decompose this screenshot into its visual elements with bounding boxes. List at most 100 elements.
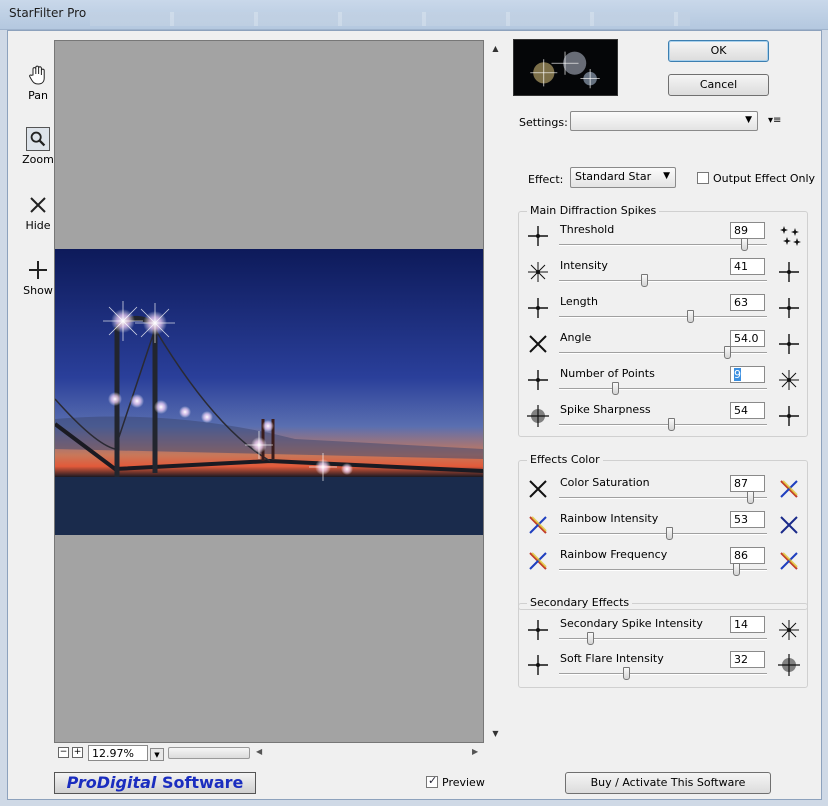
slider-value-text: 41 <box>734 260 748 273</box>
cancel-button[interactable]: Cancel <box>668 74 769 96</box>
star-preview-min-icon <box>528 655 548 675</box>
scroll-right-arrow-icon[interactable]: ▶ <box>472 747 478 756</box>
slider-value-field[interactable]: 53 <box>730 511 765 528</box>
x-icon <box>30 197 46 213</box>
slider-thumb[interactable] <box>747 491 755 504</box>
preview-canvas[interactable] <box>54 40 484 743</box>
star-preview-min-icon <box>529 480 547 498</box>
preview-checkbox-box[interactable] <box>426 774 438 788</box>
settings-dropdown[interactable]: ▼ <box>570 111 758 131</box>
ok-button[interactable]: OK <box>668 40 769 62</box>
zoom-level-field[interactable]: 12.97% <box>88 745 148 761</box>
slider-value-field[interactable]: 9 <box>730 366 765 383</box>
effect-value: Standard Star <box>575 170 652 183</box>
preview-vertical-scrollbar[interactable]: ▲ ▼ <box>487 40 504 743</box>
slider-track[interactable] <box>559 424 767 426</box>
slider-track[interactable] <box>559 244 767 246</box>
slider-value-text: 53 <box>734 513 748 526</box>
slider-thumb[interactable] <box>732 563 740 576</box>
preview-checkbox-label: Preview <box>442 776 485 789</box>
preview-horizontal-scroll-thumb[interactable] <box>168 747 250 759</box>
slider-value-field[interactable]: 63 <box>730 294 765 311</box>
slider-label: Threshold <box>560 223 615 236</box>
plus-icon <box>29 261 47 279</box>
star-preview-max-icon <box>780 226 801 246</box>
logo-text-pro: Pro <box>66 773 97 792</box>
effect-dropdown[interactable]: Standard Star ▼ <box>570 167 676 188</box>
dialog-body: Pan Zoom Hide Show ▲ ▼ − + 12.97% ▼ ◀ ▶ … <box>7 30 822 800</box>
slider-track[interactable] <box>559 280 767 282</box>
slider-value-text: 32 <box>734 653 748 666</box>
slider-row-soft-flare-intensity: Soft Flare Intensity 32 <box>519 649 807 685</box>
slider-row-color-saturation: Color Saturation 87 <box>519 473 807 509</box>
slider-value-field[interactable]: 41 <box>730 258 765 275</box>
star-preview-min-icon <box>529 516 547 534</box>
settings-label: Settings: <box>519 116 568 129</box>
slider-row-rainbow-intensity: Rainbow Intensity 53 <box>519 509 807 545</box>
slider-track[interactable] <box>559 388 767 390</box>
slider-thumb[interactable] <box>741 238 749 251</box>
main-diffraction-spikes-group: Main Diffraction Spikes Threshold 89 Inten… <box>518 204 808 437</box>
slider-row-spike-sharpness: Spike Sharpness 54 <box>519 400 807 436</box>
slider-row-angle: Angle 54.0 <box>519 328 807 364</box>
slider-value-field[interactable]: 54.0 <box>730 330 765 347</box>
zoom-in-button[interactable]: + <box>72 747 83 758</box>
slider-label: Number of Points <box>560 367 655 380</box>
slider-value-field[interactable]: 87 <box>730 475 765 492</box>
slider-value-field[interactable]: 54 <box>730 402 765 419</box>
slider-value-text: 14 <box>734 618 748 631</box>
star-preview-min-icon <box>528 370 548 390</box>
slider-thumb[interactable] <box>687 310 695 323</box>
window-title: StarFilter Pro <box>9 6 87 20</box>
output-effect-only-checkbox[interactable]: Output Effect Only <box>697 172 815 185</box>
slider-thumb[interactable] <box>622 667 630 680</box>
scroll-down-arrow-icon[interactable]: ▼ <box>487 727 504 741</box>
slider-row-length: Length 63 <box>519 292 807 328</box>
slider-thumb[interactable] <box>724 346 732 359</box>
star-preview-min-icon <box>528 226 548 246</box>
settings-menu-icon[interactable]: ▾≡ <box>768 115 781 126</box>
zoom-dropdown-arrow-icon[interactable]: ▼ <box>150 748 164 761</box>
slider-label: Spike Sharpness <box>560 403 651 416</box>
scroll-left-arrow-icon[interactable]: ◀ <box>256 747 262 756</box>
zoom-bar: − + 12.97% ▼ ◀ ▶ <box>54 745 484 761</box>
slider-track[interactable] <box>559 673 767 675</box>
zoom-out-button[interactable]: − <box>58 747 69 758</box>
background-taskbar-tabs <box>90 12 690 26</box>
slider-row-number-of-points: Number of Points 9 <box>519 364 807 400</box>
scroll-up-arrow-icon[interactable]: ▲ <box>487 42 504 56</box>
star-preview-min-icon <box>529 552 547 570</box>
output-effect-only-box[interactable] <box>697 172 709 184</box>
slider-row-threshold: Threshold 89 <box>519 220 807 256</box>
slider-value-field[interactable]: 86 <box>730 547 765 564</box>
slider-track[interactable] <box>559 533 767 535</box>
slider-track[interactable] <box>559 316 767 318</box>
slider-row-secondary-spike-intensity: Secondary Spike Intensity 14 <box>519 614 807 650</box>
output-effect-only-label: Output Effect Only <box>713 172 816 185</box>
slider-value-text: 54 <box>734 404 748 417</box>
slider-value-text: 63 <box>734 296 748 309</box>
slider-row-rainbow-frequency: Rainbow Frequency 86 <box>519 545 807 581</box>
slider-thumb[interactable] <box>612 382 620 395</box>
slider-label: Angle <box>560 331 592 344</box>
slider-thumb[interactable] <box>641 274 649 287</box>
preview-checkbox[interactable]: Preview <box>426 774 485 789</box>
slider-track[interactable] <box>559 497 767 499</box>
slider-value-text: 87 <box>734 477 748 490</box>
slider-value-text: 54.0 <box>734 332 759 345</box>
slider-label: Secondary Spike Intensity <box>560 617 703 630</box>
slider-track[interactable] <box>559 352 767 354</box>
slider-label: Soft Flare Intensity <box>560 652 664 665</box>
star-preview-max-icon <box>779 620 799 640</box>
slider-thumb[interactable] <box>587 632 595 645</box>
slider-value-field[interactable]: 14 <box>730 616 765 633</box>
buy-activate-button[interactable]: Buy / Activate This Software <box>565 772 771 794</box>
slider-value-field[interactable]: 89 <box>730 222 765 239</box>
star-preview-min-icon <box>528 620 548 640</box>
slider-thumb[interactable] <box>666 527 674 540</box>
group-title: Secondary Effects <box>527 596 633 609</box>
slider-label: Length <box>560 295 598 308</box>
star-preview-max-icon <box>780 480 798 498</box>
slider-value-field[interactable]: 32 <box>730 651 765 668</box>
slider-thumb[interactable] <box>668 418 676 431</box>
